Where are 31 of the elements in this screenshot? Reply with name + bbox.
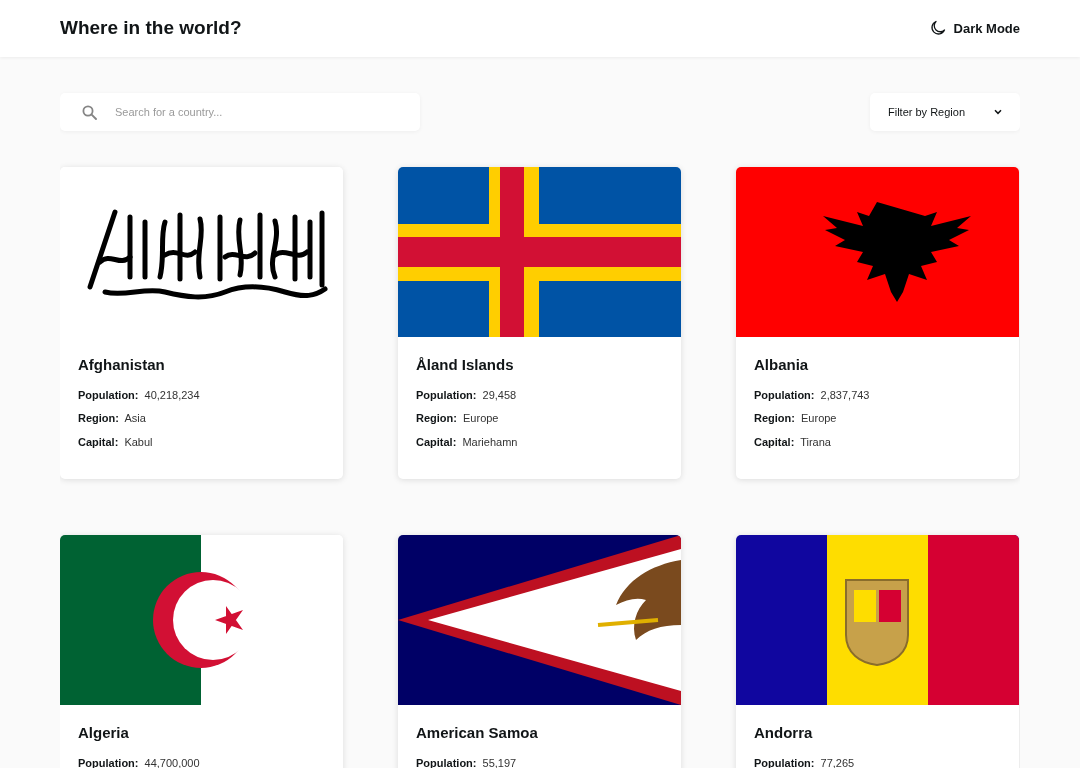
- country-detail: Population: 29,458: [416, 387, 518, 403]
- country-detail: Capital: Tirana: [754, 434, 832, 450]
- dark-mode-toggle[interactable]: Dark Mode: [929, 18, 1020, 39]
- country-name: Albania: [754, 355, 810, 375]
- country-detail: Capital: Kabul: [78, 434, 154, 450]
- country-card[interactable]: Afghanistan Population: 40,218,234 Region: Asia Capital: Kabul: [60, 167, 343, 479]
- country-name: Åland Islands: [416, 355, 515, 375]
- country-name: Algeria: [78, 723, 130, 743]
- country-name: American Samoa: [416, 723, 539, 743]
- country-card[interactable]: Åland Islands Population: 29,458 Region: Europe Capital: Mariehamn: [398, 167, 681, 479]
- app-title: Where in the world?: [60, 17, 242, 40]
- country-detail: Population: 55,197: [416, 755, 518, 768]
- search-field[interactable]: Search for a country...: [60, 93, 420, 131]
- country-name: Afghanistan: [78, 355, 166, 375]
- country-detail: Capital: Mariehamn: [416, 434, 519, 450]
- country-detail: Population: 77,265: [754, 755, 856, 768]
- country-card[interactable]: American Samoa Population: 55,197: [398, 535, 681, 768]
- country-detail: Region: Europe: [754, 411, 838, 426]
- country-detail: Population: 44,700,000: [78, 755, 201, 768]
- search-icon: [82, 105, 97, 120]
- country-detail: Region: Europe: [416, 411, 500, 426]
- moon-icon: [929, 20, 946, 37]
- country-card[interactable]: Algeria Population: 44,700,000: [60, 535, 343, 768]
- country-detail: Region: Asia: [78, 411, 147, 426]
- country-card[interactable]: Andorra Population: 77,265: [736, 535, 1019, 768]
- chevron-down-icon: [994, 109, 1002, 115]
- country-name: Andorra: [754, 723, 814, 743]
- country-card[interactable]: Albania Population: 2,837,743 Region: Europe Capital: Tirana: [736, 167, 1019, 479]
- region-filter-dropdown[interactable]: Filter by Region: [870, 93, 1020, 131]
- country-detail: Population: 40,218,234: [78, 387, 201, 403]
- country-detail: Population: 2,837,743: [754, 387, 871, 403]
